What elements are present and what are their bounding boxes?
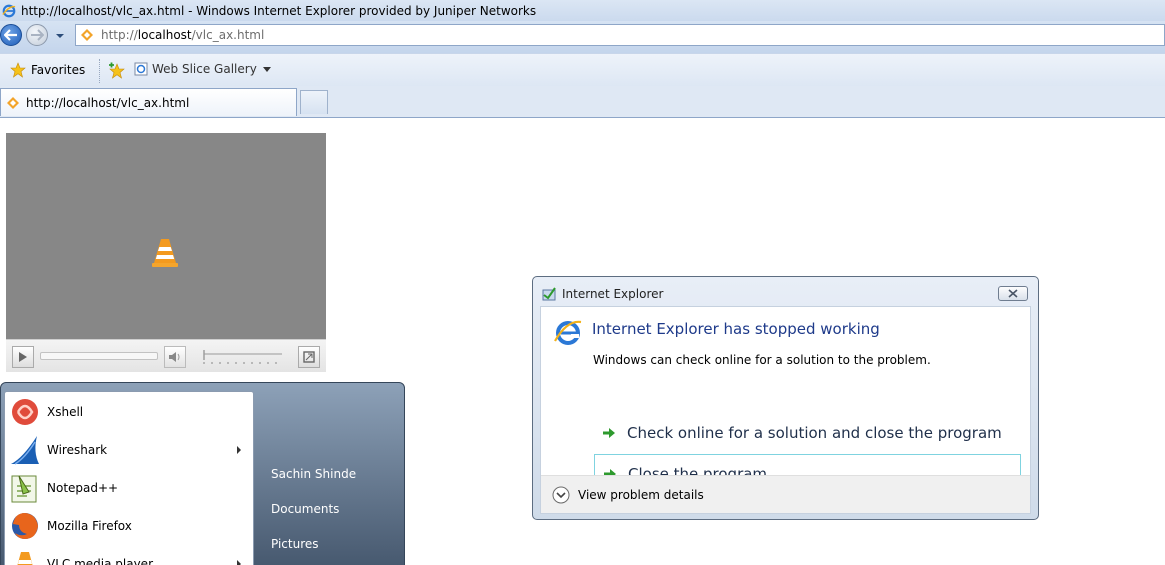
- dialog-footer: View problem details: [541, 475, 1030, 513]
- start-menu-pictures[interactable]: Pictures: [271, 537, 319, 551]
- start-menu: Xshell Wireshark Notepad++ Mozilla Firef…: [0, 382, 405, 565]
- error-dialog: Internet Explorer Internet Explorer has …: [532, 276, 1039, 520]
- firefox-icon: [12, 513, 38, 539]
- start-menu-item-label: Notepad++: [47, 481, 119, 495]
- start-menu-item-label: VLC media player: [47, 557, 154, 565]
- favorites-button[interactable]: Favorites: [10, 62, 85, 78]
- favorites-label: Favorites: [31, 63, 86, 77]
- vlc-icon: [17, 552, 33, 565]
- seek-bar[interactable]: [40, 352, 158, 360]
- vlc-controls-bar: [6, 339, 326, 372]
- green-arrow-icon: [603, 428, 615, 438]
- submenu-arrow-icon: [237, 446, 241, 454]
- web-slice-gallery-button[interactable]: Web Slice Gallery: [134, 62, 271, 76]
- dialog-heading: Internet Explorer has stopped working: [592, 320, 880, 338]
- favorites-bar: Favorites Web Slice Gallery: [0, 53, 1165, 86]
- address-bar[interactable]: http://localhost/vlc_ax.html: [75, 24, 1165, 46]
- start-menu-user-folder[interactable]: Sachin Shinde: [271, 467, 356, 481]
- back-button[interactable]: [0, 24, 22, 46]
- start-menu-documents[interactable]: Documents: [271, 502, 339, 516]
- navigation-bar: http://localhost/vlc_ax.html: [0, 21, 1165, 53]
- window-title-bar: http://localhost/vlc_ax.html - Windows I…: [0, 0, 1165, 21]
- dialog-body: Internet Explorer has stopped working Wi…: [540, 306, 1031, 514]
- ie-logo-icon: [554, 320, 582, 345]
- dialog-message: Windows can check online for a solution …: [593, 353, 931, 367]
- back-arrow-icon: [4, 29, 17, 41]
- dialog-title: Internet Explorer: [562, 287, 664, 301]
- recent-pages-dropdown[interactable]: [54, 30, 66, 42]
- wireshark-icon: [11, 436, 39, 465]
- close-icon: [1008, 289, 1018, 298]
- play-icon: [19, 352, 27, 362]
- web-slice-gallery-label: Web Slice Gallery: [152, 62, 257, 76]
- forward-button[interactable]: [26, 24, 48, 46]
- expand-chevron-icon[interactable]: [552, 486, 570, 504]
- ie-logo-icon: [2, 4, 16, 17]
- star-icon: [10, 62, 26, 78]
- check-online-label: Check online for a solution and close th…: [627, 424, 1002, 442]
- dialog-close-button[interactable]: [998, 286, 1028, 301]
- start-menu-item-label: Wireshark: [47, 443, 108, 457]
- speaker-icon: [169, 352, 180, 362]
- check-online-option[interactable]: Check online for a solution and close th…: [594, 413, 1021, 453]
- ie-page-icon: [134, 62, 148, 76]
- start-menu-item-notepadpp[interactable]: Notepad++: [5, 469, 253, 507]
- vlc-cone-icon: [152, 239, 178, 267]
- start-menu-programs: Xshell Wireshark Notepad++ Mozilla Firef…: [4, 391, 254, 565]
- chevron-down-icon: [262, 66, 271, 72]
- tab-label: http://localhost/vlc_ax.html: [26, 95, 190, 110]
- start-menu-item-label: Mozilla Firefox: [47, 519, 132, 533]
- chevron-down-icon: [56, 34, 64, 38]
- view-problem-details-link[interactable]: View problem details: [578, 488, 704, 502]
- page-favicon-icon: [7, 96, 19, 109]
- fullscreen-icon: [303, 351, 315, 363]
- add-to-favorites-bar-icon[interactable]: [108, 62, 126, 80]
- start-menu-item-wireshark[interactable]: Wireshark: [5, 431, 253, 469]
- mute-button[interactable]: [164, 346, 186, 368]
- windows-error-reporting-icon: [542, 287, 556, 301]
- window-title: http://localhost/vlc_ax.html - Windows I…: [21, 3, 537, 18]
- volume-slider[interactable]: [202, 348, 284, 366]
- toolbar-separator: [99, 59, 100, 83]
- screen: http://localhost/vlc_ax.html - Windows I…: [0, 0, 1165, 565]
- notepadpp-icon: [11, 475, 37, 503]
- start-menu-item-xshell[interactable]: Xshell: [5, 393, 253, 431]
- new-tab-button[interactable]: [300, 90, 328, 114]
- fullscreen-button[interactable]: [298, 346, 320, 368]
- dialog-title-bar: Internet Explorer: [533, 277, 1038, 306]
- address-url[interactable]: http://localhost/vlc_ax.html: [101, 28, 264, 42]
- tab-bar: http://localhost/vlc_ax.html: [0, 86, 1165, 118]
- start-menu-item-label: Xshell: [47, 405, 84, 419]
- start-menu-item-vlc[interactable]: VLC media player: [5, 545, 253, 565]
- submenu-arrow-icon: [237, 560, 241, 565]
- tab-active[interactable]: http://localhost/vlc_ax.html: [0, 88, 297, 116]
- vlc-video-area[interactable]: [6, 133, 326, 339]
- forward-arrow-icon: [31, 29, 44, 41]
- start-menu-item-firefox[interactable]: Mozilla Firefox: [5, 507, 253, 545]
- page-favicon-icon: [81, 29, 93, 41]
- play-button[interactable]: [12, 346, 34, 368]
- xshell-icon: [12, 399, 38, 425]
